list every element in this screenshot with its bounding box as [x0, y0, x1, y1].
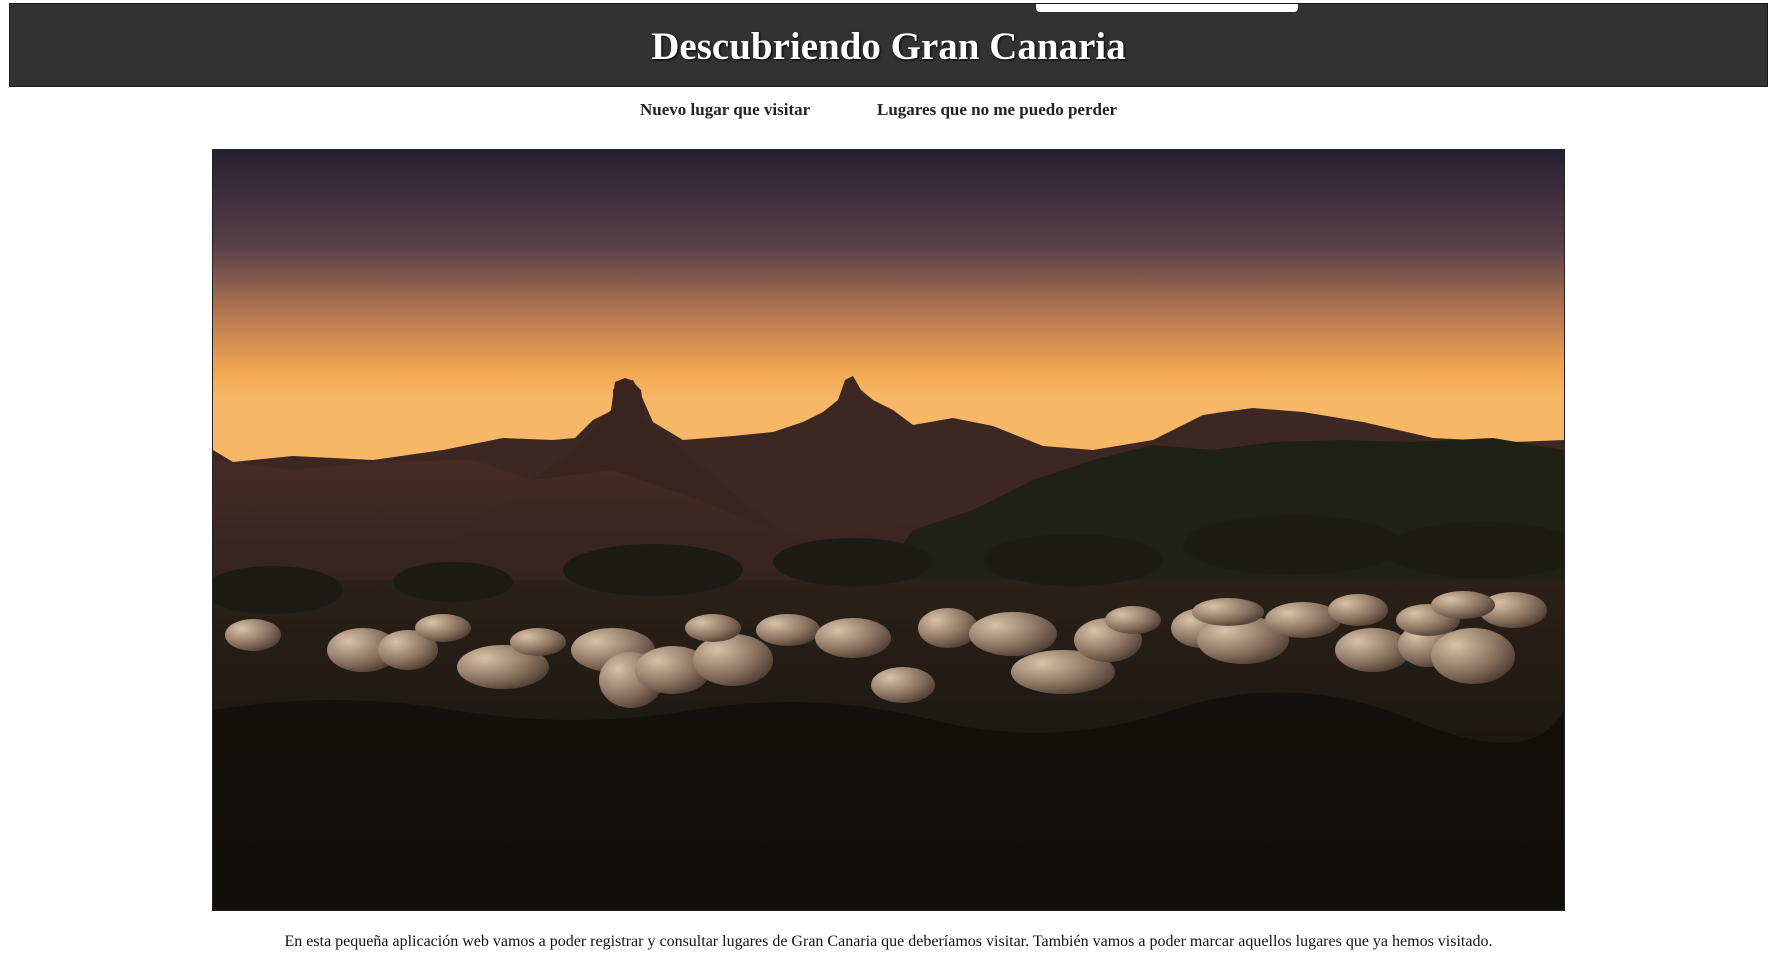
hero-image — [212, 149, 1565, 911]
main-nav: Nuevo lugar que visitar Lugares que no m… — [0, 99, 1777, 121]
header-tab-handle — [1036, 4, 1298, 12]
nav-link-new-place[interactable]: Nuevo lugar que visitar — [640, 99, 810, 121]
nav-link-must-see-places[interactable]: Lugares que no me puedo perder — [877, 99, 1117, 121]
page-title: Descubriendo Gran Canaria — [651, 25, 1126, 68]
page: Descubriendo Gran Canaria Nuevo lugar qu… — [0, 0, 1777, 969]
intro-text: En esta pequeña aplicación web vamos a p… — [284, 933, 1493, 950]
header-bar: Descubriendo Gran Canaria — [9, 3, 1768, 87]
landscape-photo — [213, 150, 1564, 910]
